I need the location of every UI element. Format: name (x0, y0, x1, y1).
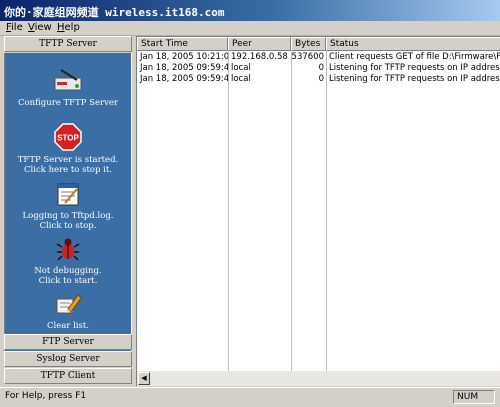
table-row[interactable]: Jan 18, 2005 09:59:41 local 0 Listening … (137, 63, 500, 74)
column-divider (291, 51, 292, 371)
bug-icon (56, 238, 80, 261)
window-title: 你的·家庭组网频道 wireless.it168.com (4, 6, 225, 19)
table-row[interactable]: Jan 18, 2005 10:21:09 192.168.0.58 53760… (137, 52, 500, 63)
section-tftp-server[interactable]: TFTP Server (4, 36, 132, 52)
column-header-start-time[interactable]: Start Time (137, 37, 228, 51)
tftp-server-stop-tool[interactable]: STOP TFTP Server is started. Click here … (5, 123, 131, 175)
column-header-peer[interactable]: Peer (228, 37, 291, 51)
logging-tool[interactable]: Logging to Tftpd.log. Click to stop. (5, 181, 131, 231)
table-row[interactable]: Jan 18, 2005 09:59:41 local 0 Listening … (137, 74, 500, 85)
horizontal-scrollbar[interactable]: ◀ (137, 371, 500, 386)
notepad-log-icon (57, 183, 79, 206)
num-lock-indicator: NUM (453, 390, 495, 404)
scroll-left-button[interactable]: ◀ (138, 372, 150, 385)
menu-bar: File View Help (0, 21, 500, 36)
section-syslog-server[interactable]: Syslog Server (4, 351, 132, 367)
debugging-tool[interactable]: Not debugging. Click to start. (5, 236, 131, 286)
clear-list-tool[interactable]: Clear list. (5, 293, 131, 331)
column-divider (326, 51, 327, 371)
column-divider (228, 51, 229, 371)
status-help-text: For Help, press F1 (5, 391, 87, 401)
section-tftp-client[interactable]: TFTP Client (4, 368, 132, 384)
stop-sign-icon: STOP (54, 123, 82, 151)
transfer-list[interactable]: Start Time Peer Bytes Status Jan 18, 200… (136, 36, 500, 386)
server-config-icon (54, 69, 82, 91)
menu-view[interactable]: View (28, 22, 52, 33)
title-bar[interactable]: 你的·家庭组网频道 wireless.it168.com (0, 0, 500, 21)
svg-text:STOP: STOP (57, 134, 79, 143)
eraser-icon (56, 294, 82, 314)
tool-panel: Configure TFTP Server STOP TFTP Server i… (4, 53, 132, 366)
column-header-status[interactable]: Status (326, 37, 500, 51)
menu-help[interactable]: Help (57, 22, 80, 33)
status-bar: For Help, press F1 NUM (0, 387, 500, 407)
section-ftp-server[interactable]: FTP Server (4, 334, 132, 350)
configure-tftp-server-tool[interactable]: Configure TFTP Server (5, 68, 131, 108)
navigation-pane: TFTP Server Configure TFTP Server STOP T… (4, 36, 132, 386)
column-header-bytes[interactable]: Bytes (291, 37, 326, 51)
menu-file[interactable]: File (6, 22, 23, 33)
